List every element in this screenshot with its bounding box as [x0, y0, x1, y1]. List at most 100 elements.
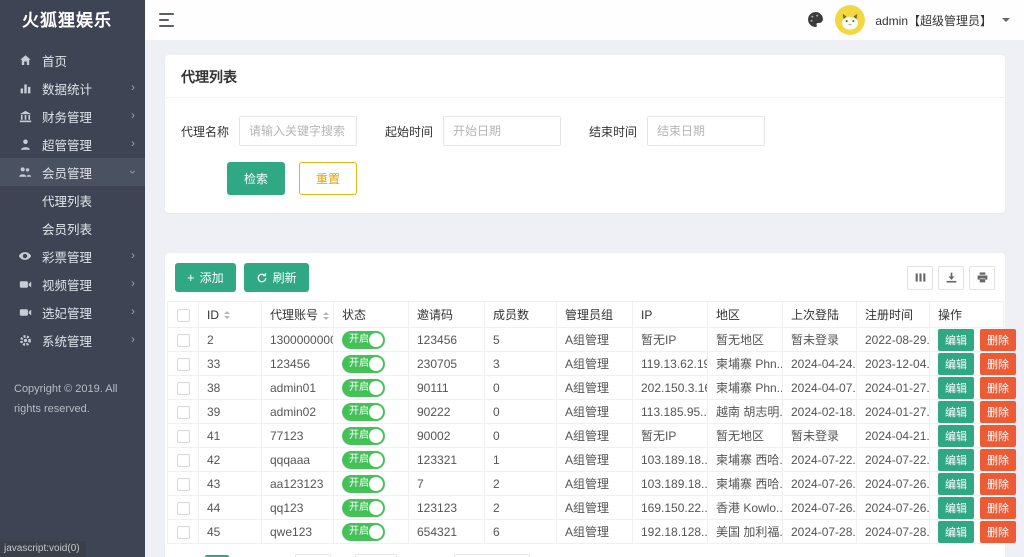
table-row: 213000000000 开启 1234565A组管理暂无IP暂无地区暂未登录202…	[167, 327, 1016, 352]
row-checkbox[interactable]	[176, 525, 190, 539]
edit-button[interactable]: 编辑	[938, 520, 974, 543]
delete-button[interactable]: 删除	[980, 400, 1016, 423]
column-header[interactable]: 代理账号	[261, 301, 334, 328]
edit-button[interactable]: 编辑	[938, 376, 974, 399]
sidebar-item-8[interactable]: 系统管理 ›	[0, 326, 145, 354]
sidebar-item-4[interactable]: 会员管理 ›	[0, 158, 145, 186]
sort-icon[interactable]	[224, 311, 230, 320]
start-date-input[interactable]	[443, 116, 562, 146]
row-checkbox[interactable]	[176, 381, 190, 395]
cell-status: 开启	[333, 351, 409, 376]
delete-button[interactable]: 删除	[980, 328, 1016, 351]
status-toggle-label: 开启	[349, 477, 369, 489]
sort-icon[interactable]	[323, 311, 330, 320]
cell-register-time: 2022-08-29...	[856, 327, 930, 352]
user-avatar[interactable]	[835, 5, 866, 35]
sidebar-item-0[interactable]: 首页	[0, 46, 145, 74]
cell-region: 柬埔寨 西哈...	[707, 471, 783, 496]
cell-status: 开启	[333, 423, 409, 448]
cell-last-login: 2024-07-26...	[782, 471, 857, 496]
delete-button[interactable]: 删除	[980, 376, 1016, 399]
toggle-knob	[369, 332, 383, 347]
cell-member-count: 6	[484, 519, 557, 544]
delete-button[interactable]: 删除	[980, 472, 1016, 495]
sidebar-item-7[interactable]: 选妃管理 ›	[0, 298, 145, 326]
row-checkbox[interactable]	[176, 477, 190, 491]
chevron-right-icon: ›	[131, 248, 135, 262]
cell-actions: 编辑 删除	[929, 447, 1016, 472]
row-checkbox[interactable]	[176, 333, 190, 347]
status-toggle[interactable]: 开启	[342, 354, 385, 373]
menu-toggle-icon[interactable]	[159, 13, 177, 27]
edit-button[interactable]: 编辑	[938, 328, 974, 351]
cell-admin-group: A组管理	[556, 423, 633, 448]
sidebar-subitem-4-1[interactable]: 会员列表	[0, 214, 145, 242]
row-checkbox[interactable]	[176, 501, 190, 515]
status-toggle[interactable]: 开启	[342, 330, 385, 349]
add-button[interactable]: + 添加	[175, 263, 236, 292]
edit-button[interactable]: 编辑	[938, 496, 974, 519]
cell-register-time: 2024-07-22...	[856, 447, 930, 472]
sidebar-item-1[interactable]: 数据统计 ›	[0, 74, 145, 102]
username[interactable]: admin【超级管理员】	[875, 12, 992, 29]
sidebar-subitem-4-0[interactable]: 代理列表	[0, 186, 145, 214]
status-toggle[interactable]: 开启	[342, 498, 385, 517]
toggle-knob	[369, 524, 383, 539]
print-icon[interactable]	[969, 265, 995, 290]
delete-button[interactable]: 删除	[980, 424, 1016, 447]
status-toggle[interactable]: 开启	[342, 450, 385, 469]
cell-admin-group: A组管理	[556, 351, 633, 376]
filter-field-end: 结束时间	[589, 116, 766, 146]
filter-field-start: 起始时间	[385, 116, 562, 146]
sidebar-item-2[interactable]: 财务管理 ›	[0, 102, 145, 130]
refresh-button[interactable]: 刷新	[243, 263, 309, 292]
field-label: 起始时间	[385, 124, 434, 139]
cell-ip: 103.189.18...	[632, 471, 708, 496]
edit-button[interactable]: 编辑	[938, 472, 974, 495]
row-checkbox[interactable]	[176, 429, 190, 443]
video-icon	[18, 305, 32, 319]
export-icon[interactable]	[938, 265, 964, 290]
row-checkbox[interactable]	[176, 357, 190, 371]
pagination: ‹ 1 › 到第 页 确定 共 9 条 10 条/页	[165, 544, 1005, 557]
sidebar-item-3[interactable]: 超管管理 ›	[0, 130, 145, 158]
status-toggle-label: 开启	[349, 501, 369, 513]
eye-icon	[18, 249, 32, 263]
search-button[interactable]: 检索	[227, 162, 286, 195]
cell-region: 柬埔寨 Phn...	[707, 351, 783, 376]
status-toggle[interactable]: 开启	[342, 522, 385, 541]
end-date-input[interactable]	[647, 116, 766, 146]
user-menu-caret-icon[interactable]	[1002, 18, 1010, 26]
status-toggle[interactable]: 开启	[342, 474, 385, 493]
cell-last-login: 2024-07-28...	[782, 519, 857, 544]
table-header-row: ID 代理账号 状态 邀请码 成员数 管理员组 IP 地区 上次登陆 注册时间 操作	[167, 301, 1004, 328]
toggle-knob	[369, 380, 383, 395]
reset-button[interactable]: 重置	[299, 162, 358, 195]
edit-button[interactable]: 编辑	[938, 424, 974, 447]
delete-button[interactable]: 删除	[980, 352, 1016, 375]
status-toggle[interactable]: 开启	[342, 402, 385, 421]
select-all-checkbox[interactable]	[176, 308, 190, 322]
delete-button[interactable]: 删除	[980, 520, 1016, 543]
cell-invite-code: 90002	[408, 423, 485, 448]
edit-button[interactable]: 编辑	[938, 448, 974, 471]
theme-palette-icon[interactable]	[807, 11, 825, 29]
status-toggle[interactable]: 开启	[342, 426, 385, 445]
cell-member-count: 3	[484, 351, 557, 376]
status-toggle[interactable]: 开启	[342, 378, 385, 397]
edit-button[interactable]: 编辑	[938, 400, 974, 423]
column-header[interactable]: ID	[198, 301, 262, 328]
delete-button[interactable]: 删除	[980, 496, 1016, 519]
row-checkbox[interactable]	[176, 453, 190, 467]
cell-id: 43	[198, 471, 262, 496]
agent-name-input[interactable]	[239, 116, 358, 146]
status-toggle-label: 开启	[349, 333, 369, 345]
edit-button[interactable]: 编辑	[938, 352, 974, 375]
filter-columns-icon[interactable]	[907, 265, 933, 290]
sidebar-item-5[interactable]: 彩票管理 ›	[0, 242, 145, 270]
sidebar-item-6[interactable]: 视频管理 ›	[0, 270, 145, 298]
cell-region: 柬埔寨 Phn...	[707, 375, 783, 400]
row-checkbox[interactable]	[176, 405, 190, 419]
delete-button[interactable]: 删除	[980, 448, 1016, 471]
column-header: 状态	[333, 301, 409, 328]
